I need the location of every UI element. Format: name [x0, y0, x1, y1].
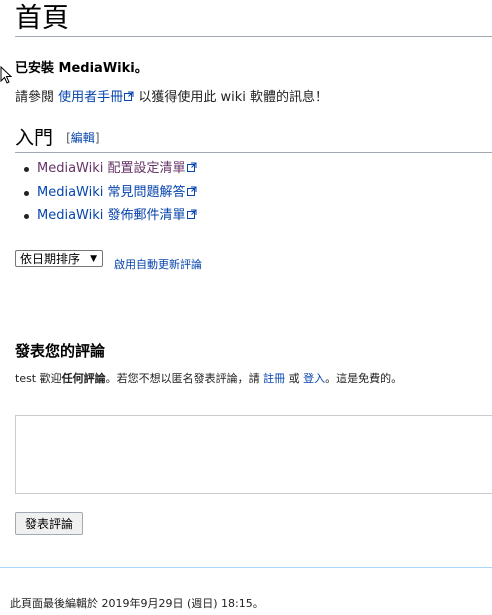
edit-bracket-close: ]	[94, 131, 100, 145]
welcome-or: 或	[288, 372, 300, 385]
welcome-text: 歡迎	[39, 372, 62, 385]
user-guide-link[interactable]: 使用者手冊	[58, 90, 134, 105]
user-guide-link-label: 使用者手冊	[58, 90, 124, 105]
config-settings-label: MediaWiki 配置設定清單	[37, 161, 186, 176]
consult-suffix: 以獲得使用此 wiki 軟體的訊息！	[138, 90, 328, 105]
mailing-list-label: MediaWiki 發佈郵件清單	[37, 208, 186, 223]
auto-refresh-link[interactable]: 啟用自動更新評論	[114, 256, 202, 272]
footer-divider	[0, 567, 492, 568]
welcome-message: test 歡迎任何評論。若您不想以匿名發表評論，請 註冊 或 登入。這是免費的。	[15, 372, 415, 386]
page-title: 首頁	[15, 2, 492, 37]
list-item: MediaWiki 發佈郵件清單	[24, 207, 197, 231]
consult-prefix: 請參閱	[15, 90, 55, 105]
edit-section-link[interactable]: 編輯	[71, 131, 95, 145]
register-link[interactable]: 註冊	[263, 372, 285, 385]
login-link[interactable]: 登入	[303, 372, 325, 385]
mailing-list-link[interactable]: MediaWiki 發佈郵件清單	[37, 208, 197, 223]
external-link-icon	[186, 162, 196, 172]
faq-label: MediaWiki 常見問題解答	[37, 184, 186, 200]
chevron-down-icon: ▼	[90, 254, 97, 264]
welcome-text: 。這是免費的。	[325, 372, 403, 385]
section-title: 入門	[15, 127, 54, 149]
external-link-icon	[124, 91, 134, 101]
post-comment-heading: 發表您的評論	[15, 342, 106, 360]
external-link-icon	[186, 209, 196, 219]
list-item: MediaWiki 配置設定清單	[24, 160, 197, 184]
sort-select[interactable]: 依日期排序 ▼	[15, 250, 103, 267]
list-item: MediaWiki 常見問題解答	[24, 184, 197, 208]
submit-comment-button[interactable]: 發表評論	[15, 512, 83, 535]
sort-select-value: 依日期排序	[20, 252, 81, 266]
consult-line: 請參閱 使用者手冊 以獲得使用此 wiki 軟體的訊息！	[15, 86, 328, 105]
mouse-cursor-icon	[0, 66, 12, 84]
welcome-user: test	[15, 372, 37, 385]
section-edit: [編輯]	[66, 131, 99, 145]
section-heading: 入門 [編輯]	[15, 126, 492, 153]
last-edited-text: 此頁面最後編輯於 2019年9月29日 (週日) 18:15。	[10, 597, 264, 610]
installed-message: 已安裝 MediaWiki。	[15, 61, 148, 76]
comment-textarea[interactable]	[15, 415, 492, 494]
external-link-icon	[186, 186, 196, 196]
welcome-bold: 任何評論	[61, 372, 106, 385]
welcome-text: 。若您不想以匿名發表評論，請	[105, 372, 260, 385]
config-settings-link[interactable]: MediaWiki 配置設定清單	[37, 161, 197, 176]
faq-link[interactable]: MediaWiki 常見問題解答	[37, 185, 197, 200]
link-list: MediaWiki 配置設定清單 MediaWiki 常見問題解答 MediaW…	[20, 160, 197, 231]
